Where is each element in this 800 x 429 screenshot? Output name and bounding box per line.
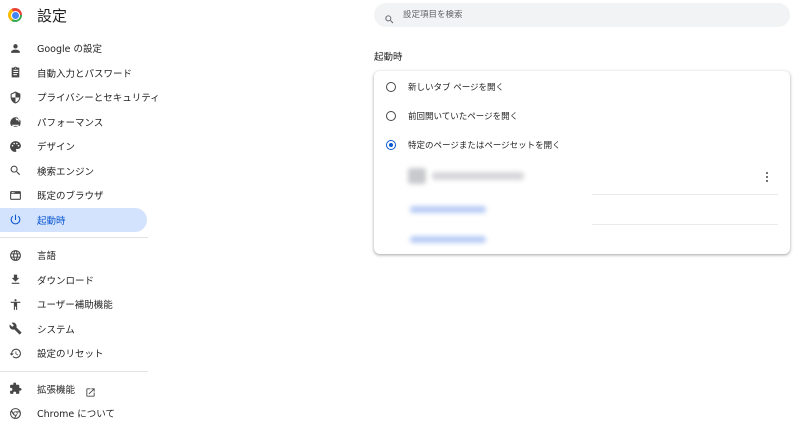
section-title: 起動時 — [374, 52, 403, 63]
startup-option-continue[interactable]: 前回開いていたページを開く — [386, 110, 518, 122]
sidebar-item-system[interactable]: システム — [0, 317, 148, 342]
sidebar-item-label: 拡張機能 — [37, 384, 76, 396]
shield-icon — [9, 91, 22, 104]
sidebar-item-default-browser[interactable]: 既定のブラウザ — [0, 183, 148, 208]
row-divider — [592, 224, 778, 225]
sidebar-item-performance[interactable]: パフォーマンス — [0, 110, 148, 135]
sidebar: Google の設定 自動入力とパスワード プライバシーとセキュリティ パフォー… — [0, 36, 160, 426]
sidebar-item-about-chrome[interactable]: Chrome について — [0, 401, 148, 426]
sidebar-item-label: 言語 — [37, 251, 57, 263]
sidebar-item-extensions[interactable]: 拡張機能 — [0, 377, 148, 402]
startup-option-label: 前回開いていたページを開く — [408, 112, 519, 122]
power-icon — [9, 213, 22, 226]
sidebar-item-label: パフォーマンス — [37, 117, 104, 129]
search-input[interactable] — [403, 10, 763, 20]
startup-options-card: 新しいタブ ページを開く 前回開いていたページを開く 特定のページまたはページセ… — [374, 71, 790, 254]
sidebar-item-label: 既定のブラウザ — [37, 191, 104, 203]
sidebar-item-on-startup[interactable]: 起動時 — [0, 207, 147, 232]
sidebar-item-appearance[interactable]: デザイン — [0, 134, 148, 159]
sidebar-item-languages[interactable]: 言語 — [0, 243, 148, 268]
sidebar-item-label: 検索エンジン — [37, 166, 95, 178]
wrench-icon — [9, 322, 22, 335]
speedometer-icon — [9, 115, 22, 128]
redacted-link[interactable] — [410, 206, 486, 213]
sidebar-item-reset[interactable]: 設定のリセット — [0, 341, 148, 366]
puzzle-icon — [9, 382, 22, 395]
page-title: 設定 — [37, 6, 68, 25]
search-icon — [9, 164, 22, 177]
header: 設定 — [8, 5, 67, 25]
restore-icon — [9, 347, 22, 360]
palette-icon — [9, 140, 22, 153]
sidebar-item-label: システム — [37, 324, 75, 336]
sidebar-item-label: ユーザー補助機能 — [37, 300, 113, 312]
accessibility-icon — [9, 298, 22, 311]
chrome-logo-icon — [8, 8, 22, 22]
sidebar-item-label: Google の設定 — [37, 44, 103, 56]
radio-button[interactable] — [386, 111, 396, 121]
sidebar-item-label: デザイン — [37, 142, 76, 154]
sidebar-item-autofill[interactable]: 自動入力とパスワード — [0, 61, 148, 86]
sidebar-item-google-settings[interactable]: Google の設定 — [0, 36, 148, 61]
more-actions-icon[interactable] — [762, 171, 772, 183]
sidebar-divider — [0, 370, 148, 372]
clipboard-icon — [9, 66, 22, 79]
sidebar-item-label: 起動時 — [37, 215, 66, 227]
person-icon — [9, 42, 22, 55]
sidebar-item-label: プライバシーとセキュリティ — [37, 93, 160, 105]
sidebar-item-accessibility[interactable]: ユーザー補助機能 — [0, 292, 148, 317]
chrome-icon — [9, 407, 22, 420]
sidebar-item-search-engine[interactable]: 検索エンジン — [0, 159, 148, 184]
sidebar-item-label: Chrome について — [37, 409, 115, 421]
redacted-page-entry — [432, 172, 524, 180]
search-icon — [384, 10, 395, 23]
radio-button-checked[interactable] — [386, 140, 396, 150]
sidebar-item-label: ダウンロード — [37, 275, 95, 287]
radio-button[interactable] — [386, 82, 396, 92]
download-icon — [9, 273, 22, 286]
sidebar-item-downloads[interactable]: ダウンロード — [0, 268, 148, 293]
browser-icon — [9, 189, 22, 202]
sidebar-divider — [0, 237, 148, 238]
redacted-link[interactable] — [410, 236, 486, 243]
open-in-new-icon — [85, 383, 96, 397]
startup-option-label: 新しいタブ ページを開く — [408, 83, 505, 93]
startup-option-label: 特定のページまたはページセットを開く — [408, 141, 561, 151]
redacted-favicon — [408, 168, 426, 184]
sidebar-item-label: 設定のリセット — [37, 349, 104, 361]
row-divider — [592, 194, 778, 195]
sidebar-item-privacy[interactable]: プライバシーとセキュリティ — [0, 85, 160, 110]
startup-option-specific-pages[interactable]: 特定のページまたはページセットを開く — [386, 139, 561, 151]
globe-icon — [9, 249, 22, 262]
search-box[interactable] — [374, 3, 790, 27]
sidebar-item-label: 自動入力とパスワード — [37, 68, 133, 80]
startup-option-new-tab[interactable]: 新しいタブ ページを開く — [386, 81, 504, 93]
